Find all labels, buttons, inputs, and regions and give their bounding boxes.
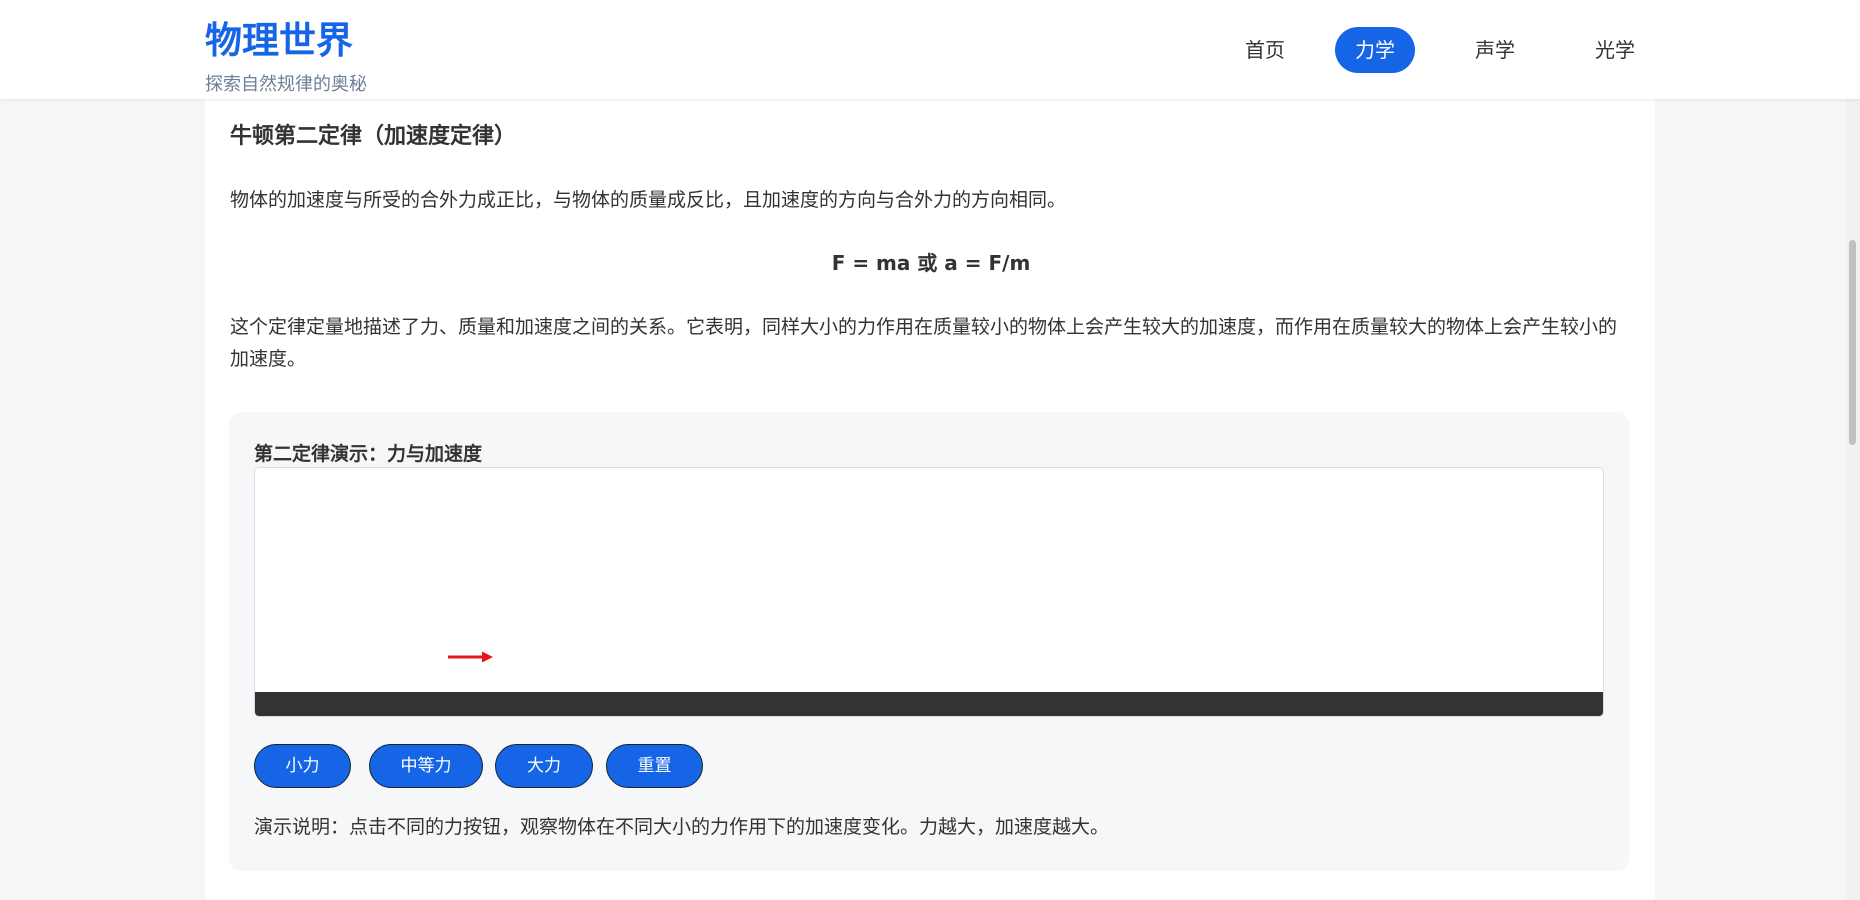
section-title: 牛顿第二定律（加速度定律）	[230, 124, 517, 149]
page-scrollbar[interactable]	[1846, 0, 1860, 900]
scrollbar-thumb[interactable]	[1849, 240, 1856, 445]
small-force-button[interactable]: 小力	[254, 744, 351, 788]
demo-title: 第二定律演示：力与加速度	[254, 443, 483, 465]
content-panel: 牛顿第二定律（加速度定律） 物体的加速度与所受的合外力成正比，与物体的质量成反比…	[205, 99, 1655, 900]
reset-button[interactable]: 重置	[606, 744, 703, 788]
nav-item-acoustics[interactable]: 声学	[1453, 27, 1537, 73]
demo-box: 第二定律演示：力与加速度 小力 中等力 大力 重置 演示说明：点击不同的力按钮，…	[229, 412, 1629, 871]
large-force-button[interactable]: 大力	[495, 744, 593, 788]
nav-item-home[interactable]: 首页	[1223, 27, 1307, 73]
site-header: 物理世界 探索自然规律的奥秘 首页 力学 声学 光学	[0, 0, 1860, 99]
medium-force-button[interactable]: 中等力	[369, 744, 483, 788]
nav-item-mechanics[interactable]: 力学	[1335, 27, 1415, 73]
site-title[interactable]: 物理世界	[205, 10, 353, 64]
law-explanation: 这个定律定量地描述了力、质量和加速度之间的关系。它表明，同样大小的力作用在质量较…	[230, 316, 1618, 370]
formula: F = ma 或 a = F/m	[831, 251, 1031, 275]
law-definition: 物体的加速度与所受的合外力成正比，与物体的质量成反比，且加速度的方向与合外力的方…	[230, 189, 1067, 211]
site-subtitle: 探索自然规律的奥秘	[205, 74, 367, 95]
force-arrow-icon	[448, 651, 493, 663]
ground	[255, 692, 1603, 716]
demo-note: 演示说明：点击不同的力按钮，观察物体在不同大小的力作用下的加速度变化。力越大，加…	[254, 816, 1110, 838]
nav-item-optics[interactable]: 光学	[1573, 27, 1657, 73]
demo-canvas[interactable]	[254, 467, 1604, 717]
